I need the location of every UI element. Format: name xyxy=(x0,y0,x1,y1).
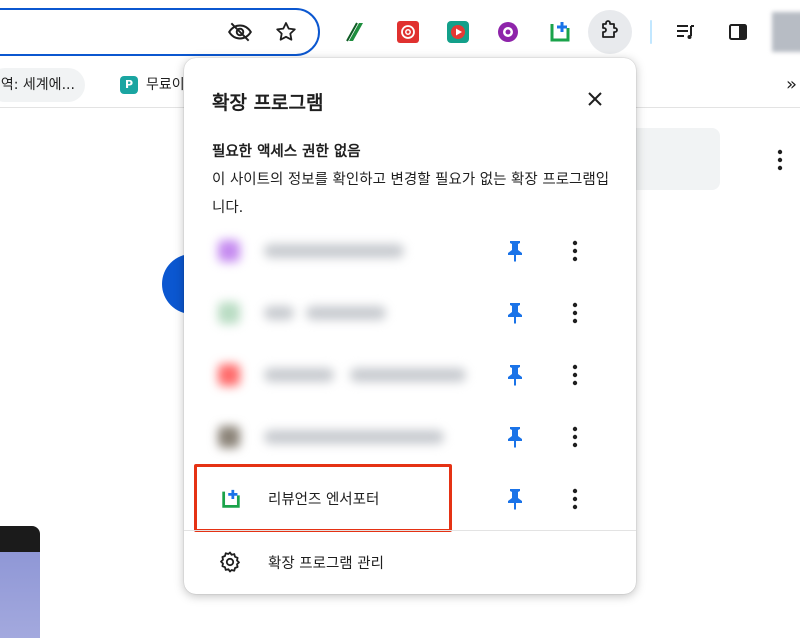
more-vert-icon xyxy=(572,364,578,386)
bookmark-label: 무료이 xyxy=(146,77,185,93)
pin-icon xyxy=(508,365,522,386)
more-options-button[interactable] xyxy=(560,298,590,328)
pin-button[interactable] xyxy=(500,422,530,452)
extension-name-blurred xyxy=(264,306,294,320)
extension-icon xyxy=(218,364,240,386)
popup-divider xyxy=(184,530,636,531)
bookmark-translate[interactable]: 번역: 세계에... xyxy=(0,68,85,102)
bookmark-label: 번역: 세계에... xyxy=(0,77,75,93)
pen-icon[interactable] xyxy=(344,20,368,44)
more-options-button[interactable] xyxy=(560,422,590,452)
section-title: 필요한 액세스 권한 없음 xyxy=(212,144,361,160)
bookmark-favicon-icon: P xyxy=(120,76,138,94)
extension-name-blurred xyxy=(264,368,334,382)
extension-name: 리뷰언즈 엔서포터 xyxy=(268,492,380,508)
pin-icon xyxy=(508,489,522,510)
more-vert-icon xyxy=(572,426,578,448)
eye-off-icon[interactable] xyxy=(226,18,254,46)
bookmark-free[interactable]: P 무료이 xyxy=(120,68,185,102)
pin-button[interactable] xyxy=(500,484,530,514)
pin-button[interactable] xyxy=(500,298,530,328)
extension-icon xyxy=(218,302,240,324)
more-options-button[interactable] xyxy=(560,236,590,266)
close-icon xyxy=(587,91,603,111)
toolbar-divider xyxy=(650,20,652,44)
pin-icon xyxy=(508,303,522,324)
bookmarks-overflow-button[interactable]: » xyxy=(786,68,797,102)
extension-name-blurred xyxy=(264,244,404,258)
star-icon[interactable] xyxy=(272,18,300,46)
extension-row[interactable] xyxy=(184,220,636,282)
pin-button[interactable] xyxy=(500,236,530,266)
green-plus-icon[interactable] xyxy=(548,20,572,44)
browser-toolbar xyxy=(0,0,800,62)
profile-avatar[interactable] xyxy=(772,12,800,52)
extension-row-reviewnz[interactable]: 리뷰언즈 엔서포터 xyxy=(184,460,636,532)
pin-button[interactable] xyxy=(500,360,530,390)
more-options-button[interactable] xyxy=(560,360,590,390)
extension-row[interactable] xyxy=(184,344,636,406)
settings-gear-icon xyxy=(218,550,242,574)
more-vert-icon xyxy=(770,145,790,175)
music-list-icon[interactable] xyxy=(672,18,700,46)
more-vert-icon xyxy=(572,488,578,510)
play-icon[interactable] xyxy=(446,20,470,44)
close-button[interactable] xyxy=(580,86,610,116)
green-plus-icon xyxy=(220,488,242,510)
more-vert-icon xyxy=(572,302,578,324)
pin-icon xyxy=(508,427,522,448)
manage-extensions-label: 확장 프로그램 관리 xyxy=(268,556,384,572)
section-description: 이 사이트의 정보를 확인하고 변경할 필요가 없는 확장 프로그램입니다. xyxy=(212,172,610,216)
purple-circle-icon[interactable] xyxy=(496,20,520,44)
more-options-button[interactable] xyxy=(560,484,590,514)
manage-extensions-button[interactable]: 확장 프로그램 관리 xyxy=(184,538,636,586)
openai-icon[interactable] xyxy=(396,20,420,44)
popup-title: 확장 프로그램 xyxy=(212,92,324,114)
side-panel-icon[interactable] xyxy=(724,18,752,46)
extension-row[interactable] xyxy=(184,282,636,344)
puzzle-icon xyxy=(598,18,622,46)
browser-window: 번역: 세계에... P 무료이 » 확장 프로그램 필요한 액세스 권한 없음… xyxy=(0,0,800,638)
extension-row[interactable] xyxy=(184,406,636,468)
more-vert-icon xyxy=(572,240,578,262)
pin-icon xyxy=(508,241,522,262)
extensions-puzzle-button[interactable] xyxy=(588,10,632,54)
background-thumbnail xyxy=(0,526,40,638)
extension-icon xyxy=(218,240,240,262)
extension-name-blurred xyxy=(350,368,466,382)
extension-name-blurred xyxy=(264,430,444,444)
extension-name-blurred xyxy=(306,306,386,320)
extension-icon xyxy=(218,426,240,448)
extensions-popup: 확장 프로그램 필요한 액세스 권한 없음 이 사이트의 정보를 확인하고 변경… xyxy=(184,58,636,594)
